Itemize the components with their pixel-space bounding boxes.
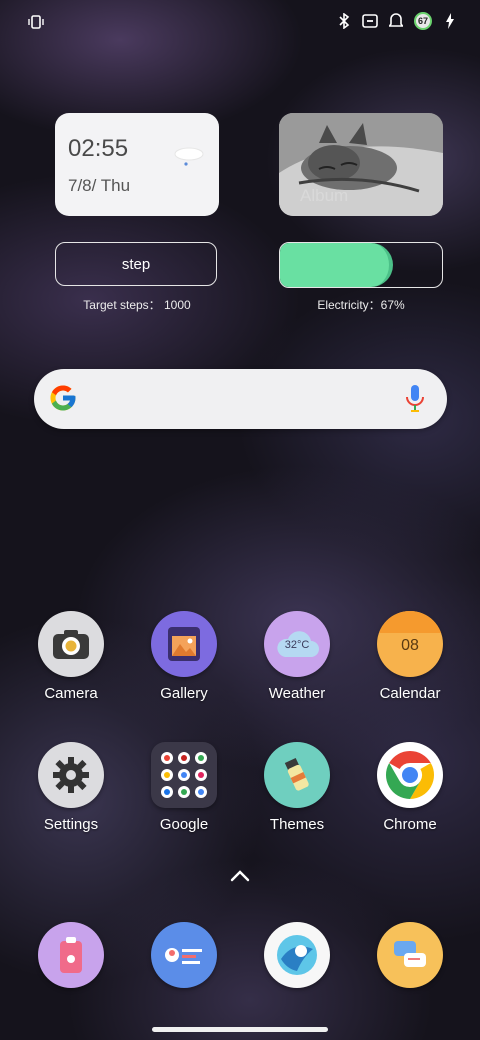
- app-calendar[interactable]: 08 Calendar: [360, 611, 460, 702]
- contacts-icon: [151, 922, 217, 988]
- app-label: Google: [159, 816, 209, 833]
- settings-icon: [38, 742, 104, 808]
- status-bar-left: [28, 14, 44, 34]
- chrome-icon: [377, 742, 443, 808]
- dock-browser[interactable]: [247, 922, 347, 988]
- step-target-caption: Target steps： 1000: [83, 298, 191, 312]
- weather-temp: 32°C: [284, 639, 310, 651]
- app-label: Settings: [43, 816, 99, 833]
- app-settings[interactable]: Settings: [21, 742, 121, 833]
- album-widget[interactable]: Album: [279, 113, 443, 216]
- app-label: Themes: [269, 816, 325, 833]
- electricity-level-bar: [280, 243, 393, 287]
- electricity-widget[interactable]: [279, 242, 443, 288]
- nfc-icon: [362, 13, 378, 29]
- dock-contacts[interactable]: [134, 922, 234, 988]
- app-label: Calendar: [379, 685, 441, 702]
- app-themes[interactable]: Themes: [247, 742, 347, 833]
- app-weather[interactable]: 32°C Weather: [247, 611, 347, 702]
- cloud-icon: [173, 143, 205, 174]
- camera-icon: [38, 611, 104, 677]
- calendar-day: 08: [401, 637, 419, 654]
- browser-icon: [264, 922, 330, 988]
- app-camera[interactable]: Camera: [21, 611, 121, 702]
- messages-icon: [377, 922, 443, 988]
- app-chrome[interactable]: Chrome: [360, 742, 460, 833]
- gesture-nav-handle[interactable]: [152, 1027, 328, 1032]
- bluetooth-icon: [336, 13, 352, 29]
- app-google-folder[interactable]: Google: [134, 742, 234, 833]
- app-label: Gallery: [160, 685, 208, 702]
- album-label: Album: [300, 186, 349, 205]
- vibrate-icon: [28, 14, 44, 30]
- battery-icon: 67: [414, 12, 432, 30]
- dock-phone[interactable]: [21, 922, 121, 988]
- google-search-bar[interactable]: [34, 369, 447, 429]
- notification-icon: [388, 13, 404, 29]
- google-g-icon: [48, 383, 78, 418]
- clock-date: 7/8/ Thu: [68, 176, 131, 195]
- clock-time: 02:55: [68, 135, 129, 162]
- chevron-up-icon[interactable]: [229, 868, 251, 889]
- status-bar-right: 67: [336, 12, 458, 30]
- charging-icon: [442, 13, 458, 29]
- phone-icon: [38, 922, 104, 988]
- calendar-icon: 08: [377, 611, 443, 677]
- gallery-icon: [151, 611, 217, 677]
- step-widget[interactable]: step: [55, 242, 217, 286]
- app-label: Chrome: [383, 816, 437, 833]
- google-folder-icon: [151, 742, 217, 808]
- mic-icon[interactable]: [405, 384, 425, 419]
- clock-widget[interactable]: 02:55 7/8/ Thu: [55, 113, 219, 216]
- electricity-caption: Electricity：67%: [317, 298, 405, 312]
- themes-icon: [264, 742, 330, 808]
- app-gallery[interactable]: Gallery: [134, 611, 234, 702]
- app-label: Weather: [268, 685, 326, 702]
- step-label: step: [121, 255, 151, 273]
- app-label: Camera: [44, 685, 98, 702]
- status-bar: 67: [0, 0, 480, 42]
- dock-messages[interactable]: [360, 922, 460, 988]
- weather-icon: 32°C: [264, 611, 330, 677]
